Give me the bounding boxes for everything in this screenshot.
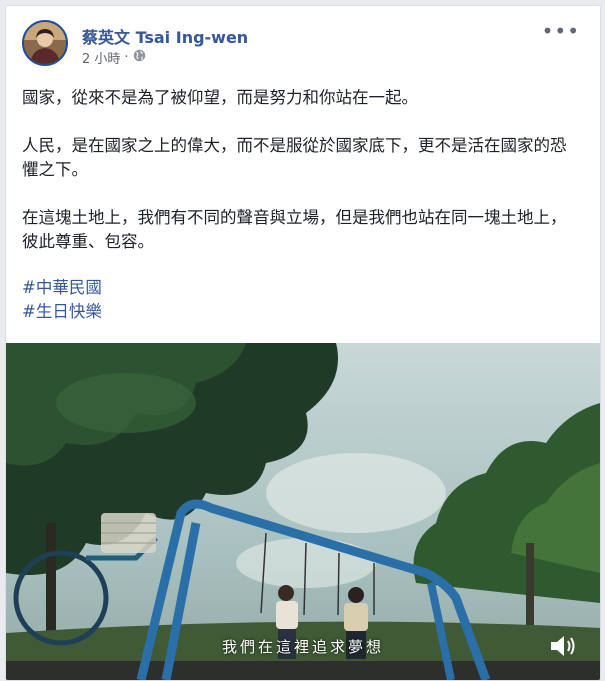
post-meta: 2 小時 · <box>82 48 146 67</box>
video-frame <box>6 343 600 680</box>
post-timestamp[interactable]: 2 小時 <box>82 48 120 67</box>
hashtag-list: #中華民國 #生日快樂 <box>22 276 582 324</box>
video-player[interactable]: 我們在這裡追求夢想 <box>6 343 600 680</box>
author-name[interactable]: 蔡英文 Tsai Ing-wen <box>82 24 248 48</box>
post-card: 蔡英文 Tsai Ing-wen 2 小時 · ••• 國家，從來不是為了被仰望… <box>5 5 601 681</box>
post-header: 蔡英文 Tsai Ing-wen 2 小時 · ••• <box>22 20 582 70</box>
meta-separator: · <box>124 50 129 65</box>
globe-icon[interactable] <box>133 49 146 66</box>
post-text: 國家，從來不是為了被仰望，而是努力和你站在一起。 人民，是在國家之上的偉大，而不… <box>22 86 582 324</box>
author-avatar[interactable] <box>22 20 68 66</box>
post-paragraph-2: 人民，是在國家之上的偉大，而不是服從於國家底下，更不是活在國家的恐懼之下。 <box>22 136 567 179</box>
hashtag-link[interactable]: #中華民國 <box>22 276 582 300</box>
video-subtitle: 我們在這裡追求夢想 <box>221 638 384 656</box>
post-paragraph-3: 在這塊土地上，我們有不同的聲音與立場，但是我們也站在同一塊土地上，彼此尊重、包容… <box>22 208 567 251</box>
hashtag-link[interactable]: #生日快樂 <box>22 300 582 324</box>
more-options-icon[interactable]: ••• <box>542 21 580 41</box>
post-paragraph-1: 國家，從來不是為了被仰望，而是努力和你站在一起。 <box>22 88 418 107</box>
speaker-icon[interactable] <box>548 633 578 659</box>
